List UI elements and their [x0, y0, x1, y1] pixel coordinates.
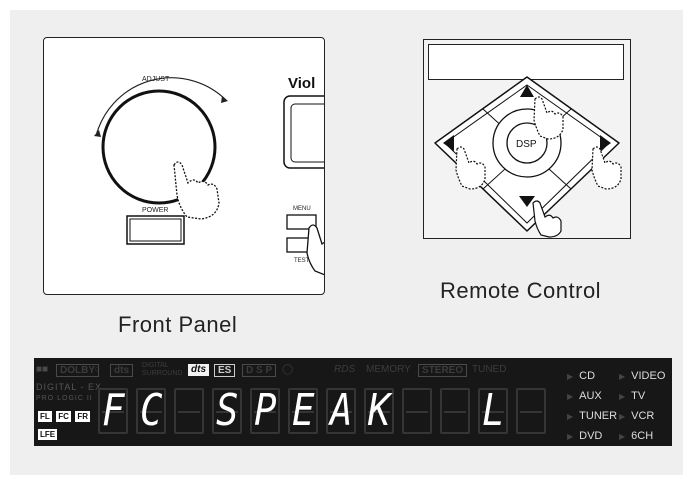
power-label: POWER [142, 207, 168, 214]
adjust-label: ADJUST [142, 76, 170, 83]
memory-indicator: MEMORY [366, 364, 411, 375]
segment-digit [172, 382, 206, 440]
rds-indicator: RDS [334, 364, 356, 375]
channel-fl: FL [38, 411, 52, 422]
brand-text: Viol [288, 75, 315, 92]
source-cd: CD [567, 370, 595, 382]
digital-surround-indicator: DIGITAL SURROUND [142, 362, 183, 377]
dsp-label: DSP [516, 139, 537, 150]
source-vcr: VCR [619, 410, 654, 422]
segment-digit: K [362, 382, 396, 440]
test-label: TEST [294, 258, 310, 264]
pro-logic-indicator: PRO LOGIC II [36, 395, 93, 402]
tuned-indicator: TUNED [472, 364, 507, 375]
front-panel: ADJUST POWER Viol MENU TEST [43, 37, 325, 295]
segment-digit [514, 382, 548, 440]
dolby-indicator: DOLBY [56, 364, 99, 377]
front-panel-drawing: ADJUST POWER Viol MENU TEST [94, 75, 324, 276]
remote-control: DSP [423, 39, 631, 239]
channel-indicators: FL FC FR LFE SL SC SR [38, 406, 92, 446]
segment-digit: L [476, 382, 510, 440]
remote-control-caption: Remote Control [440, 278, 602, 303]
segment-digit: S [210, 382, 244, 440]
front-panel-caption: Front Panel [118, 312, 238, 337]
power-button[interactable] [126, 215, 185, 245]
dts-digital-indicator: dts [110, 364, 133, 377]
channel-fr: FR [75, 411, 91, 422]
segment-digit: A [324, 382, 358, 440]
source-dvd: DVD [567, 430, 602, 442]
segment-digit [438, 382, 472, 440]
remote-dpad: DSP [433, 75, 622, 238]
stereo-indicator: STEREO [418, 364, 468, 377]
segment-digit [400, 382, 434, 440]
vfd-indicator-row: ■■ DOLBY ○ dts DIGITAL SURROUND dts ES D… [34, 362, 554, 378]
dsp-indicator: D S P [242, 364, 277, 377]
dts-es-indicator: dts [188, 364, 209, 376]
source-6ch: 6CH [619, 430, 653, 442]
segment-digit: P [248, 382, 282, 440]
source-tuner: TUNER [567, 410, 617, 422]
sound-field-icon: ◯ [282, 364, 294, 375]
es-indicator: ES [214, 364, 236, 377]
source-video: VIDEO [619, 370, 665, 382]
pointing-hand-icon [306, 224, 324, 276]
display-window [283, 95, 324, 169]
vfd-display: ■■ DOLBY ○ dts DIGITAL SURROUND dts ES D… [34, 358, 672, 446]
segment-digit: E [286, 382, 320, 440]
segment-digit: F [96, 382, 130, 440]
channel-lfe: LFE [38, 429, 58, 440]
headphone-icon: ○ [94, 364, 101, 375]
dolby-logo-icon: ■■ [36, 364, 49, 375]
vfd-left-indicators: DIGITAL - EX PRO LOGIC II [36, 382, 102, 404]
channel-fc: FC [56, 411, 71, 422]
source-tv: TV [619, 390, 645, 402]
segment-digit: C [134, 382, 168, 440]
menu-label: MENU [293, 206, 311, 212]
digital-ex-indicator: DIGITAL - EX [36, 382, 103, 392]
source-aux: AUX [567, 390, 602, 402]
